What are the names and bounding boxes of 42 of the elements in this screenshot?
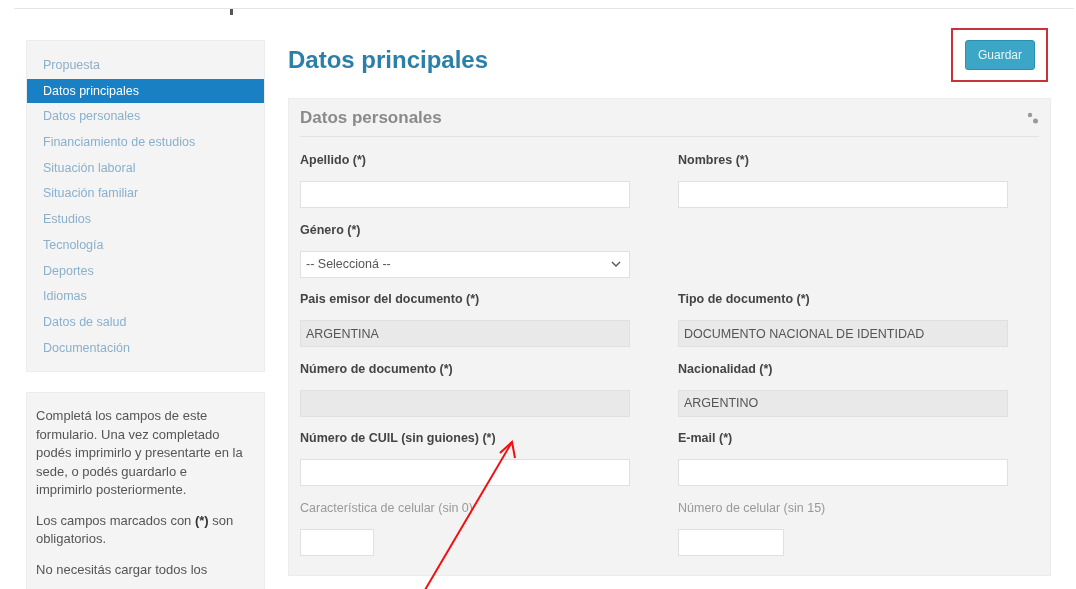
field-value: -- Seleccioná -- — [306, 257, 391, 271]
field-label: Nacionalidad (*) — [678, 361, 774, 378]
gender-dropdown[interactable]: -- Seleccioná -- — [300, 250, 630, 278]
sidebar-item[interactable]: Estudios — [27, 207, 264, 233]
sidebar-item[interactable]: Documentación — [27, 335, 264, 362]
input-field[interactable] — [300, 459, 630, 486]
input-field[interactable] — [678, 459, 1008, 486]
help-text: Completá los campos de este formulario. Una vez completado podés imprimirlo y presentarte en la sede, o podés guardarlo e imprimirlo posteriormente. — [36, 407, 244, 500]
page-title: Datos principales — [288, 46, 489, 74]
save-button[interactable]: Guardar — [964, 40, 1035, 70]
sidebar-item[interactable]: Deportes — [27, 258, 264, 285]
field-label: Nombres (*) — [678, 153, 750, 169]
marker-icon — [230, 9, 233, 15]
sidebar-item[interactable]: Propuesta — [27, 53, 264, 79]
help-text: No necesitás cargar todos los — [36, 560, 209, 579]
input-field[interactable] — [678, 181, 1008, 208]
sidebar-item[interactable]: Datos personales — [27, 104, 264, 131]
sidebar-item[interactable]: Situación familiar — [27, 181, 264, 208]
panel-title: Datos personales — [300, 107, 442, 128]
settings-icon[interactable] — [1027, 110, 1039, 125]
field-label: Tipo de documento (*) — [678, 292, 811, 308]
field-label: Apellido (*) — [300, 153, 367, 169]
input-field[interactable] — [300, 528, 374, 556]
field-label: Pais emisor del documento (*) — [300, 292, 481, 308]
field-label: E-mail (*) — [678, 431, 734, 447]
field-label: Número de celular (sin 15) — [678, 500, 827, 517]
sidebar-item[interactable]: Idiomas — [27, 284, 264, 310]
sidebar-item[interactable]: Financiamiento de estudios — [27, 130, 264, 156]
help-text: Los campos marcados con (*) son obligatorios. — [36, 511, 235, 549]
field-label: Género (*) — [300, 222, 362, 239]
chevron-down-icon — [611, 261, 621, 267]
sidebar-item[interactable]: Datos de salud — [27, 309, 264, 336]
sidebar-item[interactable]: Situación laboral — [27, 155, 264, 182]
input-field[interactable] — [678, 528, 784, 556]
field-value: ARGENTINO — [684, 396, 759, 410]
input-field[interactable] — [300, 181, 630, 208]
sidebar-item[interactable]: Tecnología — [27, 232, 264, 259]
field-label: Número de documento (*) — [300, 361, 454, 378]
sidebar-item[interactable]: Datos principales — [27, 78, 264, 103]
field-label: Número de CUIL (sin guiones) (*) — [300, 431, 497, 447]
field-value: DOCUMENTO NACIONAL DE IDENTIDAD — [684, 326, 925, 341]
field-value: ARGENTINA — [306, 326, 379, 341]
